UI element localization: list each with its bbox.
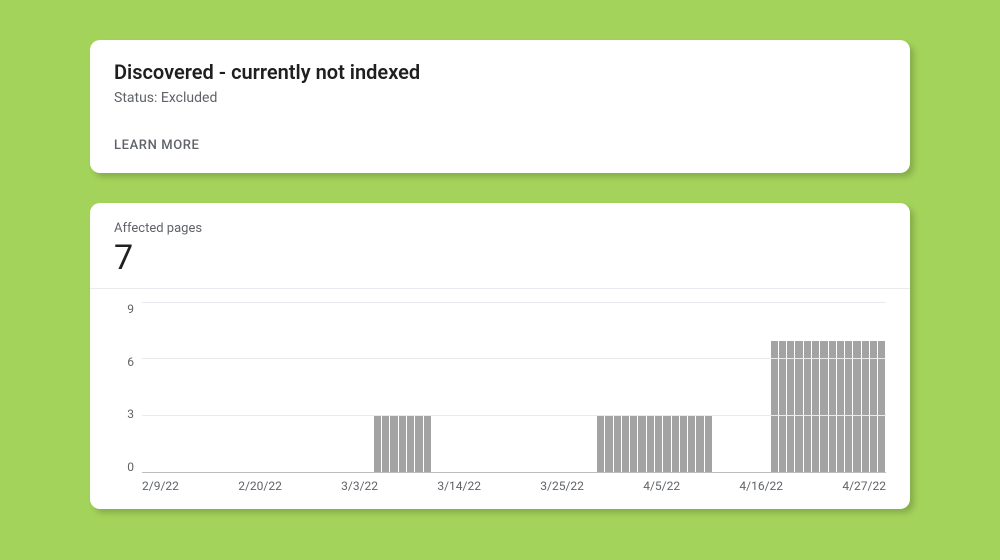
divider — [90, 288, 910, 289]
status-card: Discovered - currently not indexed Statu… — [90, 40, 910, 173]
bar — [672, 416, 679, 472]
status-label: Status: — [114, 90, 157, 106]
bar — [638, 416, 645, 472]
bar — [837, 341, 844, 472]
chart-card: Affected pages 7 9 6 3 0 2/9/22 2/20/22 3/3/2… — [90, 203, 910, 509]
bar — [696, 416, 703, 472]
bar — [407, 416, 414, 472]
bar — [878, 341, 885, 472]
y-tick: 0 — [127, 461, 134, 473]
bar — [374, 416, 381, 472]
bar — [605, 416, 612, 472]
bar — [680, 416, 687, 472]
gridline — [142, 302, 886, 303]
bar — [399, 416, 406, 472]
bar — [415, 416, 422, 472]
bar — [390, 416, 397, 472]
bar — [647, 416, 654, 472]
bar — [820, 341, 827, 472]
bar — [862, 341, 869, 472]
bar — [614, 416, 621, 472]
metric-value: 7 — [114, 238, 886, 278]
y-tick: 3 — [127, 408, 134, 420]
learn-more-button[interactable]: LEARN MORE — [114, 138, 199, 153]
bar — [630, 416, 637, 472]
chart: 9 6 3 0 — [114, 303, 886, 473]
metric-label: Affected pages — [114, 221, 886, 236]
x-tick: 2/20/22 — [238, 479, 282, 493]
x-tick: 3/3/22 — [341, 479, 378, 493]
bars-container — [142, 303, 886, 472]
bar — [812, 341, 819, 472]
x-tick: 3/14/22 — [437, 479, 481, 493]
bar — [787, 341, 794, 472]
y-axis: 9 6 3 0 — [114, 303, 142, 473]
x-tick: 2/9/22 — [142, 479, 179, 493]
status-line: Status: Excluded — [114, 90, 886, 106]
bar — [688, 416, 695, 472]
bar — [853, 341, 860, 472]
x-tick: 3/25/22 — [540, 479, 584, 493]
bar — [779, 341, 786, 472]
bar — [795, 341, 802, 472]
x-axis: 2/9/22 2/20/22 3/3/22 3/14/22 3/25/22 4/5/22 4… — [142, 479, 886, 493]
bar — [622, 416, 629, 472]
bar — [845, 341, 852, 472]
y-tick: 6 — [127, 356, 134, 368]
status-value: Excluded — [161, 90, 217, 106]
page-title: Discovered - currently not indexed — [114, 60, 886, 84]
x-tick: 4/5/22 — [643, 479, 680, 493]
bar — [382, 416, 389, 472]
bar — [870, 341, 877, 472]
bar — [771, 341, 778, 472]
bar — [663, 416, 670, 472]
bar — [804, 341, 811, 472]
bar — [829, 341, 836, 472]
plot-area — [142, 303, 886, 473]
gridline — [142, 415, 886, 416]
x-tick: 4/27/22 — [842, 479, 886, 493]
gridline — [142, 358, 886, 359]
x-tick: 4/16/22 — [739, 479, 783, 493]
bar — [597, 416, 604, 472]
bar — [655, 416, 662, 472]
y-tick: 9 — [127, 303, 134, 315]
bar — [424, 416, 431, 472]
bar — [705, 416, 712, 472]
